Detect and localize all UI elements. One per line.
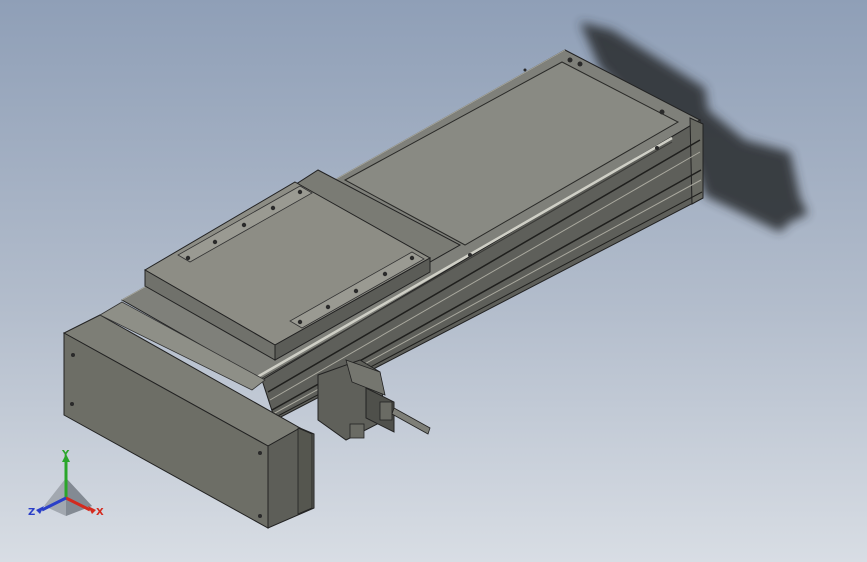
x-axis-label: X (96, 507, 104, 518)
linear-actuator-model[interactable] (0, 0, 867, 562)
servo-motor[interactable] (317, 359, 431, 441)
axis-triad: Y X Z (28, 449, 104, 518)
3d-viewport[interactable]: Y X Z (0, 0, 867, 562)
y-axis-label: Y (61, 449, 70, 460)
z-axis-label: Z (28, 507, 35, 518)
